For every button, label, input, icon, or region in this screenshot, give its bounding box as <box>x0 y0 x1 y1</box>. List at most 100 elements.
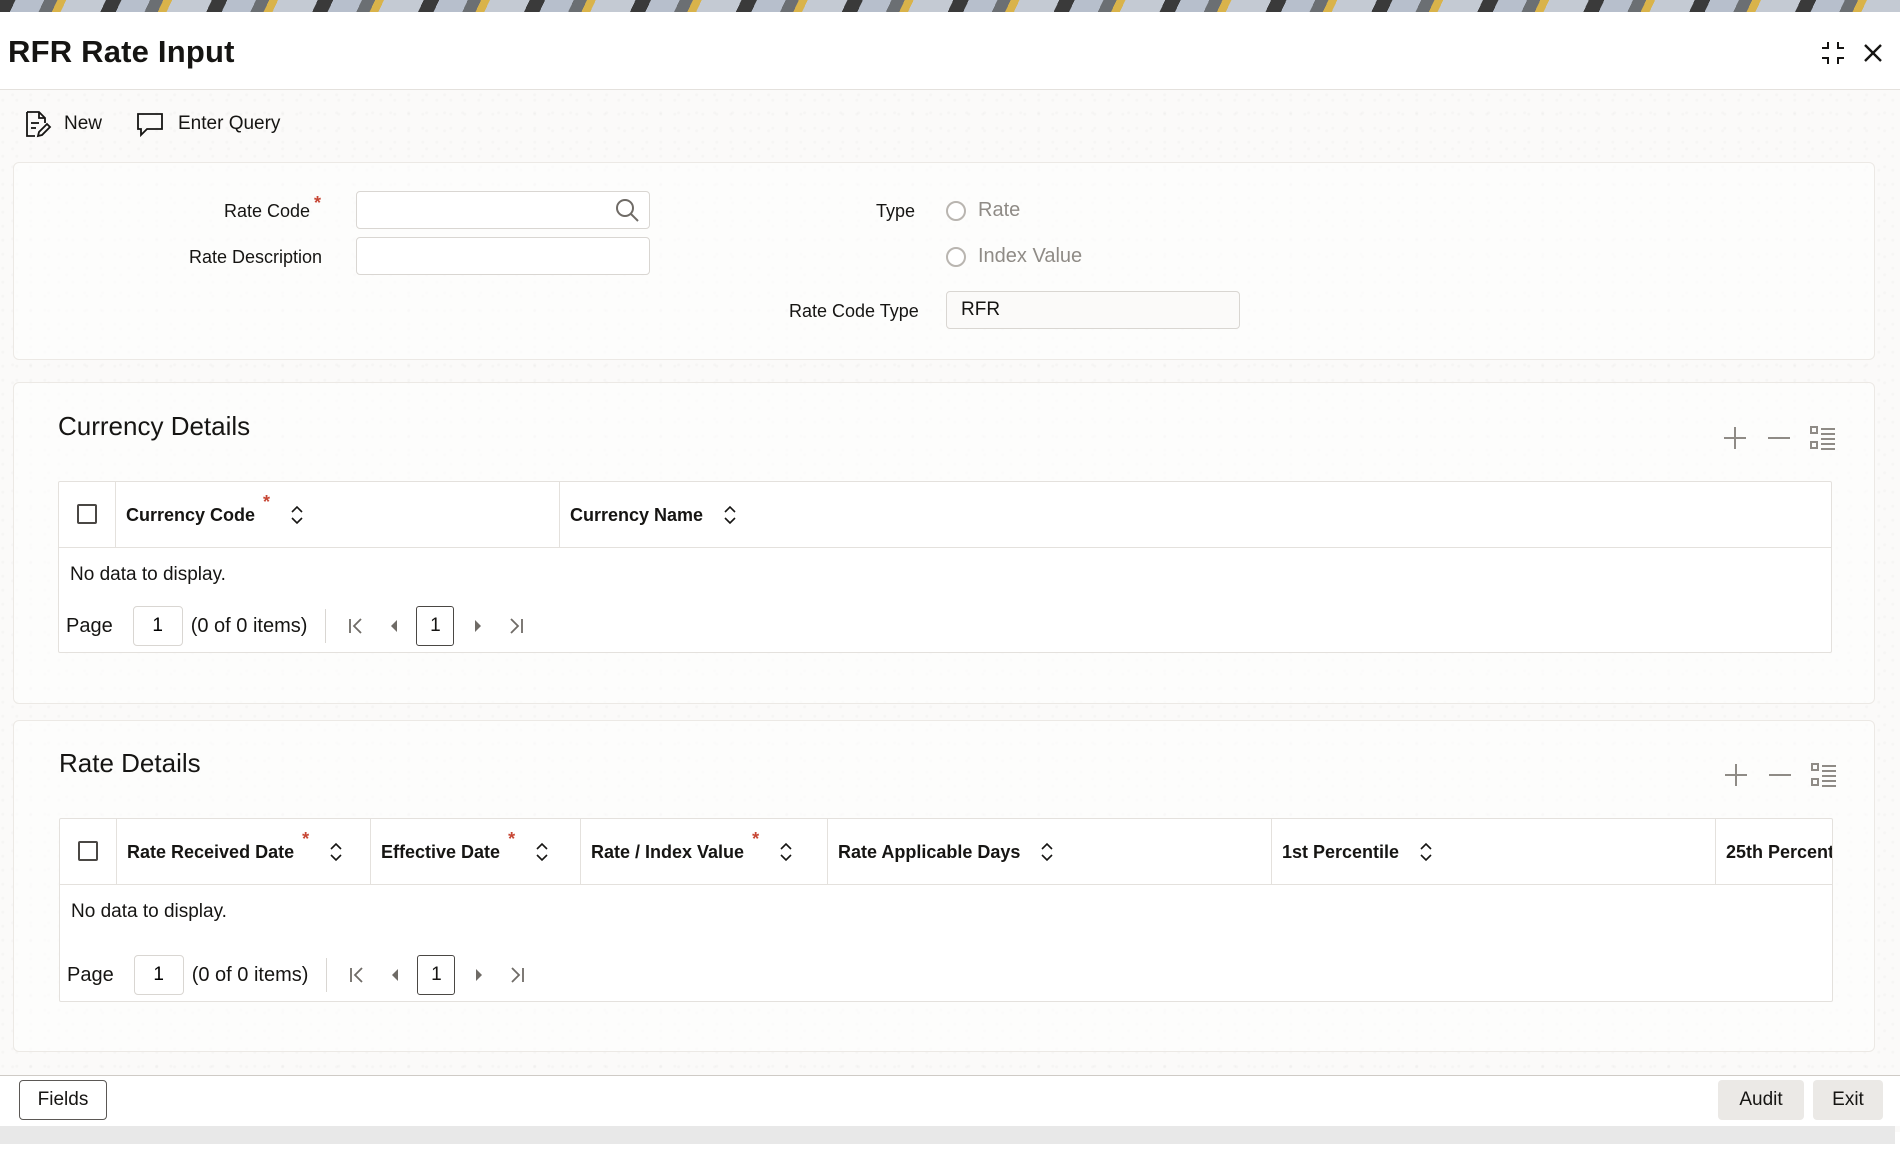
window-title: RFR Rate Input <box>8 34 235 69</box>
column-label: 25th Percenti <box>1726 841 1833 862</box>
pager-divider <box>326 958 328 992</box>
currency-grid-tools <box>1720 423 1838 453</box>
new-button[interactable]: New <box>20 102 102 146</box>
select-all-checkbox[interactable] <box>77 504 97 524</box>
first-page-icon[interactable] <box>341 959 373 991</box>
current-page-button[interactable]: 1 <box>417 955 456 995</box>
rate-code-type-input[interactable] <box>946 291 1240 329</box>
single-record-view-icon[interactable] <box>1809 760 1839 790</box>
column-header-rate-received-date[interactable]: Rate Received Date * <box>117 819 371 885</box>
delete-row-icon[interactable] <box>1764 423 1794 453</box>
bottom-scroll-strip <box>0 1126 1895 1144</box>
toolbar: New Enter Query <box>0 102 1900 146</box>
rate-code-input[interactable] <box>356 191 650 229</box>
fields-button[interactable]: Fields <box>19 1080 107 1120</box>
rate-grid-tools <box>1721 760 1839 790</box>
rate-code-type-label: Rate Code Type <box>789 301 919 321</box>
required-mark: * <box>752 829 760 849</box>
rate-header-panel: Rate Code * Rate Description Type Rate I… <box>13 162 1875 360</box>
close-icon[interactable] <box>1856 36 1890 70</box>
rate-grid-header: Rate Received Date * Effective Date * Ra… <box>60 819 1832 885</box>
top-banner <box>0 0 1900 12</box>
column-header-rate-index-value[interactable]: Rate / Index Value * <box>581 819 828 885</box>
rate-description-input[interactable] <box>356 237 650 275</box>
last-page-icon[interactable] <box>501 959 533 991</box>
previous-page-icon[interactable] <box>378 610 410 642</box>
sort-icon[interactable] <box>1038 841 1056 863</box>
column-header-currency-code[interactable]: Currency Code * <box>116 482 560 548</box>
exit-button[interactable]: Exit <box>1813 1080 1883 1120</box>
sort-icon[interactable] <box>1417 841 1435 863</box>
column-label: 1st Percentile <box>1282 841 1400 862</box>
next-page-icon[interactable] <box>463 959 495 991</box>
sort-icon[interactable] <box>533 841 551 863</box>
footer-bar: Fields Audit Exit <box>0 1076 1900 1126</box>
search-icon[interactable] <box>612 195 642 225</box>
type-radio-rate[interactable]: Rate <box>946 199 1020 222</box>
select-all-cell <box>59 482 116 548</box>
required-mark: * <box>302 829 310 849</box>
sort-icon[interactable] <box>288 504 306 526</box>
select-all-checkbox[interactable] <box>78 841 98 861</box>
title-bar: RFR Rate Input <box>0 12 1900 90</box>
rate-code-label: Rate Code <box>224 201 311 221</box>
column-header-effective-date[interactable]: Effective Date * <box>371 819 581 885</box>
title-divider <box>0 89 1900 90</box>
radio-circle <box>946 200 966 221</box>
current-page-button[interactable]: 1 <box>416 606 455 646</box>
sort-icon[interactable] <box>721 504 739 526</box>
type-radio-index-value-label: Index Value <box>978 245 1083 267</box>
first-page-icon[interactable] <box>340 610 372 642</box>
column-label: Rate / Index Value <box>591 841 745 862</box>
enter-query-button[interactable]: Enter Query <box>134 102 280 146</box>
currency-no-data: No data to display. <box>70 564 226 585</box>
column-header-rate-applicable-days[interactable]: Rate Applicable Days <box>828 819 1272 885</box>
column-header-1st-percentile[interactable]: 1st Percentile <box>1272 819 1716 885</box>
last-page-icon[interactable] <box>500 610 532 642</box>
page-number-input[interactable] <box>132 606 183 646</box>
type-label: Type <box>876 201 916 221</box>
type-radio-rate-label: Rate <box>978 199 1021 221</box>
currency-details-grid: Currency Code * Currency Name No data to… <box>58 481 1832 653</box>
rate-code-required-mark: * <box>314 193 322 213</box>
pager-divider <box>325 609 327 643</box>
page-label: Page <box>66 614 113 637</box>
previous-page-icon[interactable] <box>379 959 411 991</box>
rate-details-grid: Rate Received Date * Effective Date * Ra… <box>59 818 1833 1002</box>
add-row-icon[interactable] <box>1721 760 1751 790</box>
page-number-input[interactable] <box>133 955 184 995</box>
column-header-currency-name[interactable]: Currency Name <box>560 482 1831 548</box>
rate-pager: Page (0 of 0 items) 1 <box>67 955 539 995</box>
enter-query-button-label: Enter Query <box>178 113 281 134</box>
column-header-25th-percentile[interactable]: 25th Percenti <box>1716 819 1833 885</box>
currency-details-panel: Currency Details Currency Code * Currenc… <box>13 382 1875 704</box>
column-label: Currency Code <box>126 504 256 525</box>
column-label: Rate Received Date <box>127 841 295 862</box>
select-all-cell <box>60 819 117 885</box>
query-bubble-icon <box>137 113 163 138</box>
radio-circle <box>946 246 966 267</box>
column-label: Rate Applicable Days <box>838 841 1021 862</box>
audit-button[interactable]: Audit <box>1718 1080 1804 1120</box>
page-label: Page <box>67 963 114 986</box>
new-document-icon <box>26 111 52 138</box>
column-label: Currency Name <box>570 504 704 525</box>
currency-grid-header: Currency Code * Currency Name <box>59 482 1831 548</box>
collapse-icon[interactable] <box>1816 36 1850 70</box>
next-page-icon[interactable] <box>462 610 494 642</box>
single-record-view-icon[interactable] <box>1808 423 1838 453</box>
rate-no-data: No data to display. <box>71 901 227 922</box>
rate-description-label: Rate Description <box>189 247 323 267</box>
currency-pager: Page (0 of 0 items) 1 <box>66 606 538 646</box>
delete-row-icon[interactable] <box>1765 760 1795 790</box>
rate-details-title: Rate Details <box>59 748 201 778</box>
items-count: (0 of 0 items) <box>191 963 309 986</box>
rate-details-panel: Rate Details Rate Received Date * Effect… <box>13 720 1875 1052</box>
sort-icon[interactable] <box>327 841 345 863</box>
required-mark: * <box>508 829 516 849</box>
sort-icon[interactable] <box>777 841 795 863</box>
type-radio-index-value[interactable]: Index Value <box>946 245 1082 268</box>
add-row-icon[interactable] <box>1720 423 1750 453</box>
new-button-label: New <box>64 113 103 134</box>
required-mark: * <box>263 492 271 512</box>
